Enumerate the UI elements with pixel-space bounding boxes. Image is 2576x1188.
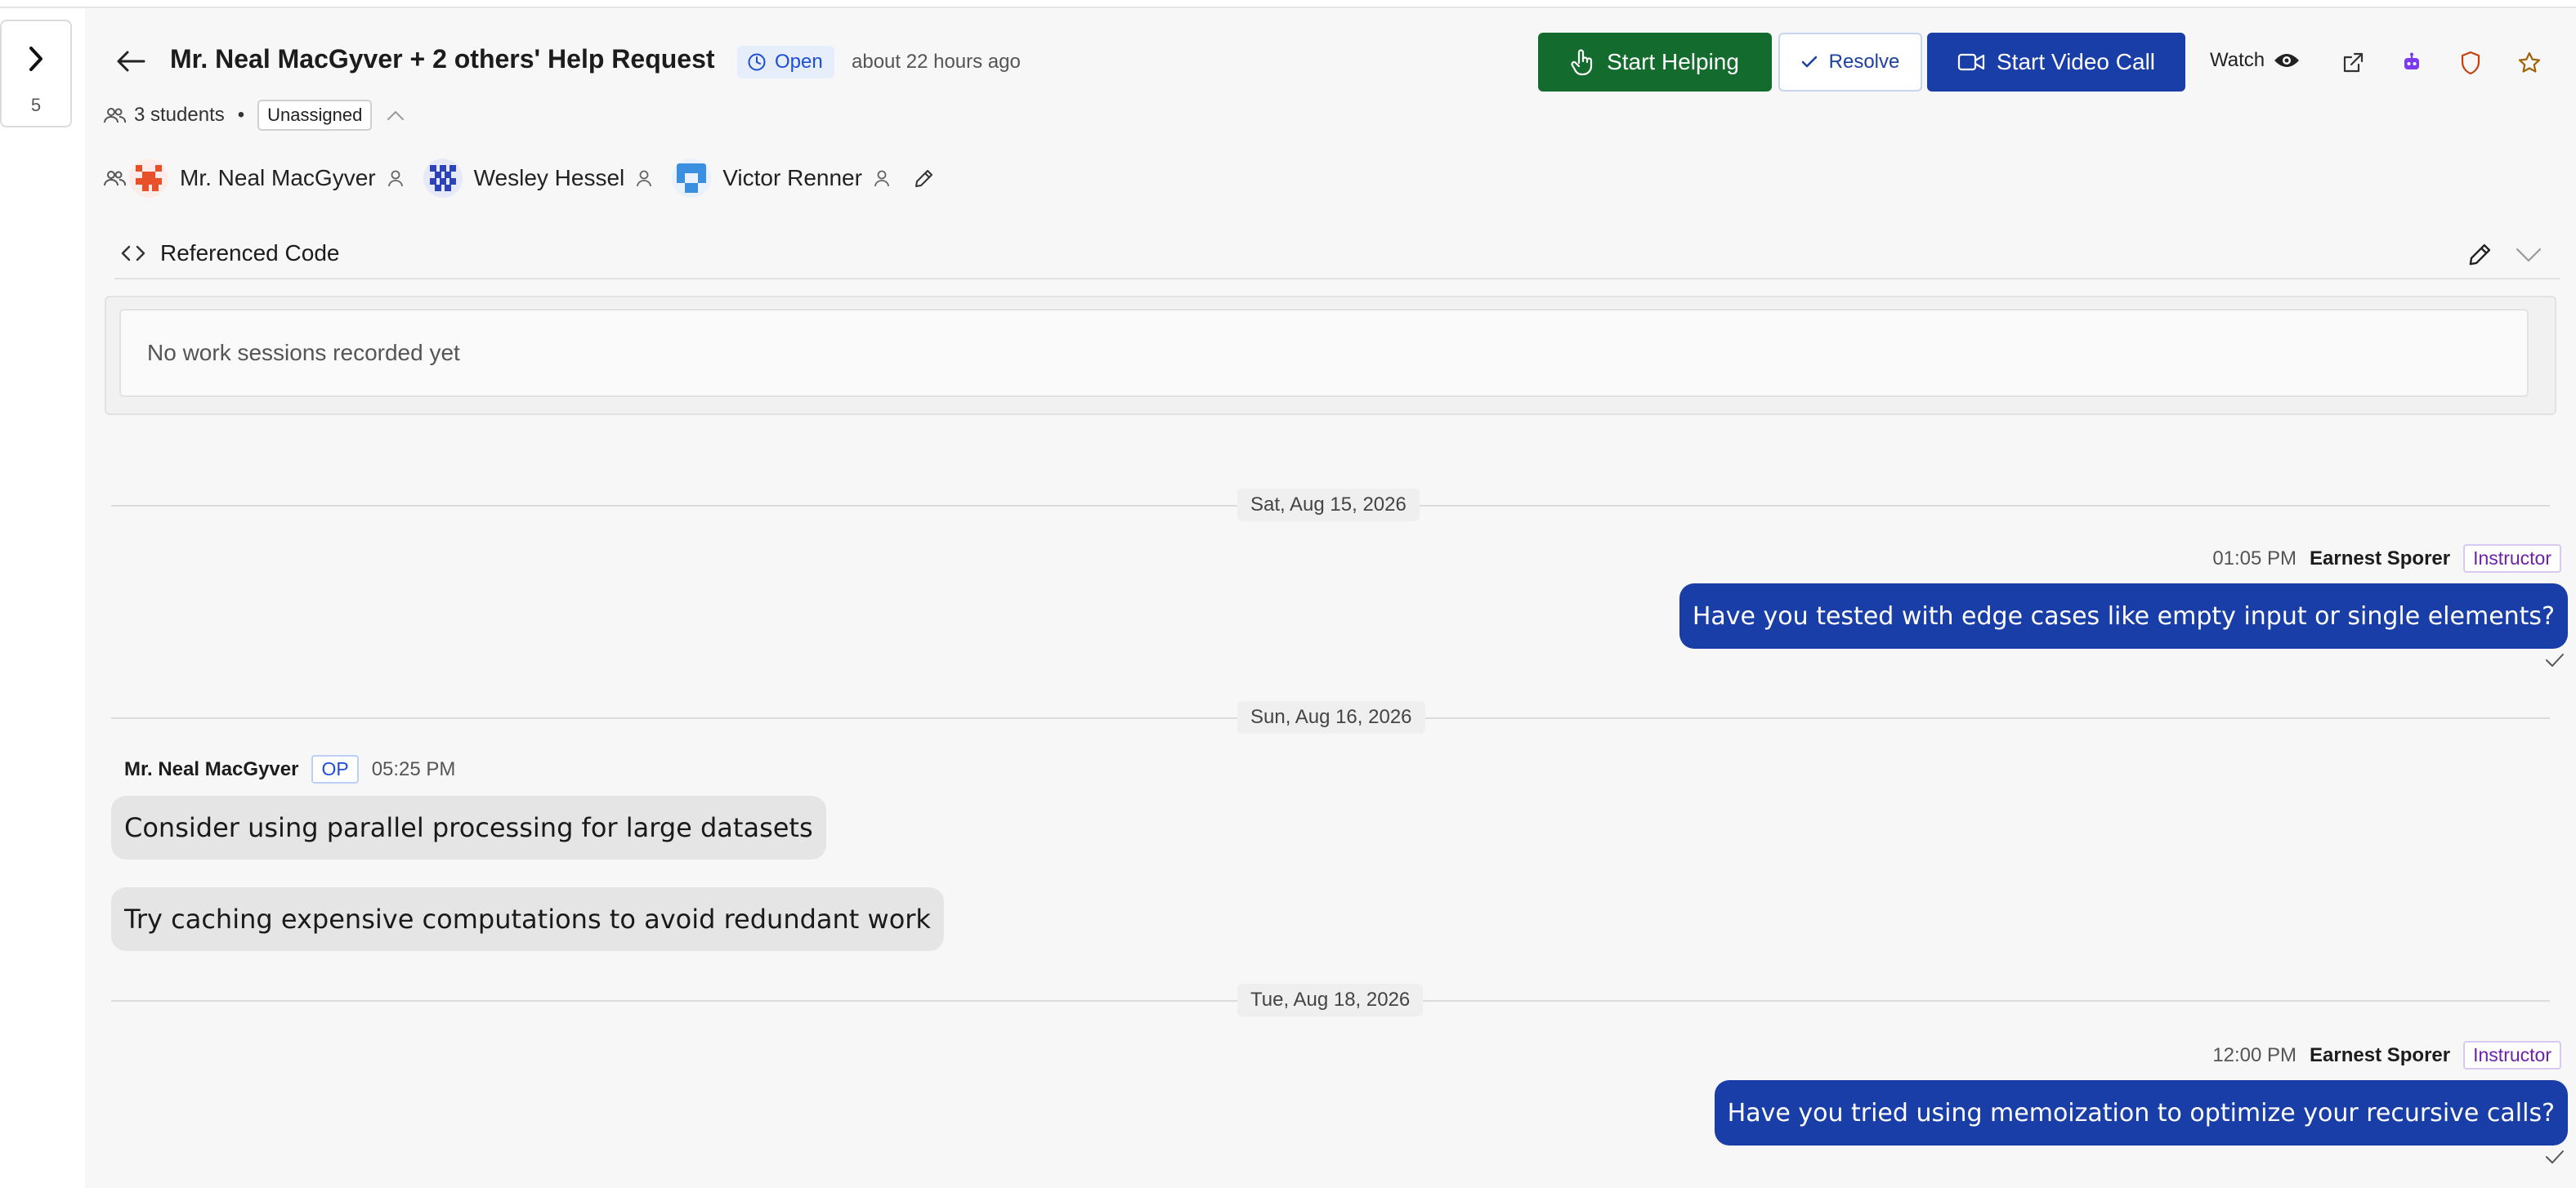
user-icon <box>874 170 889 187</box>
avatar <box>129 159 168 198</box>
back-arrow-icon[interactable] <box>114 49 147 74</box>
pencil-icon[interactable] <box>913 167 936 190</box>
message-meta: 12:00 PM Earnest Sporer Instructor <box>2212 1041 2561 1070</box>
student-name: Victor Renner <box>722 165 862 190</box>
queue-count: 5 <box>30 95 42 115</box>
student-chip[interactable]: Mr. Neal MacGyver <box>129 159 404 198</box>
students-list: Mr. Neal MacGyver Wesley Hessel Victor R… <box>103 155 936 201</box>
referenced-code-section: Referenced Code <box>114 229 2560 279</box>
status-label: Open <box>775 51 823 73</box>
request-age: about 22 hours ago <box>852 51 1021 73</box>
student-name: Wesley Hessel <box>473 165 625 190</box>
message-bubble: Have you tried using memoization to opti… <box>1714 1080 2568 1146</box>
watch-toggle[interactable]: Watch <box>2210 49 2301 72</box>
check-icon <box>1801 56 1817 68</box>
hand-pointer-icon <box>1571 49 1593 76</box>
read-check-icon <box>2546 654 2564 667</box>
message-author: Mr. Neal MacGyver <box>124 757 299 780</box>
start-helping-label: Start Helping <box>1607 49 1739 74</box>
message-author: Earnest Sporer <box>2310 547 2451 569</box>
students-summary: 3 students • Unassigned <box>103 100 405 131</box>
chevron-down-icon[interactable] <box>2516 247 2542 263</box>
start-helping-button[interactable]: Start Helping <box>1538 33 1772 92</box>
read-check-icon <box>2546 1150 2564 1163</box>
resolve-button[interactable]: Resolve <box>1778 33 1922 92</box>
message-bubble: Consider using parallel processing for l… <box>111 796 826 860</box>
start-video-call-button[interactable]: Start Video Call <box>1927 33 2185 92</box>
clock-icon <box>748 53 766 71</box>
message-bubble: Try caching expensive computations to av… <box>111 887 944 951</box>
separator-dot: • <box>237 104 245 126</box>
role-badge: Instructor <box>2463 544 2561 573</box>
assignee-select[interactable]: Unassigned <box>257 100 373 131</box>
users-icon <box>104 171 126 186</box>
message-meta: Mr. Neal MacGyver OP 05:25 PM <box>124 755 455 784</box>
bot-icon[interactable] <box>2398 49 2426 77</box>
code-icon <box>121 245 145 261</box>
students-count: 3 students <box>134 104 225 126</box>
shield-icon[interactable] <box>2457 49 2484 77</box>
role-badge: Instructor <box>2463 1041 2561 1070</box>
date-chip: Sat, Aug 15, 2026 <box>1237 489 1420 521</box>
user-icon <box>637 170 652 187</box>
start-video-call-label: Start Video Call <box>1996 49 2156 74</box>
message-time: 05:25 PM <box>371 757 456 780</box>
avatar <box>423 159 463 198</box>
help-request-panel: Mr. Neal MacGyver + 2 others' Help Reque… <box>85 8 2576 1188</box>
status-badge: Open <box>737 46 834 78</box>
message-time: 12:00 PM <box>2212 1043 2297 1066</box>
date-chip: Tue, Aug 18, 2026 <box>1237 984 1424 1016</box>
chevron-up-icon[interactable] <box>387 109 405 121</box>
student-chip[interactable]: Wesley Hessel <box>423 159 653 198</box>
avatar <box>672 159 712 198</box>
header: Mr. Neal MacGyver + 2 others' Help Reque… <box>85 8 2576 114</box>
student-chip[interactable]: Victor Renner <box>672 159 890 198</box>
work-sessions-panel: No work sessions recorded yet <box>105 296 2556 415</box>
watch-label: Watch <box>2210 49 2265 71</box>
resolve-label: Resolve <box>1828 51 1900 73</box>
open-external-icon[interactable] <box>2339 49 2367 77</box>
user-icon <box>387 170 403 187</box>
referenced-code-label: Referenced Code <box>160 240 340 266</box>
message-bubble: Have you tested with edge cases like emp… <box>1679 583 2568 649</box>
empty-state: No work sessions recorded yet <box>119 309 2529 397</box>
date-chip: Sun, Aug 16, 2026 <box>1237 701 1425 734</box>
page-title: Mr. Neal MacGyver + 2 others' Help Reque… <box>170 44 715 74</box>
student-name: Mr. Neal MacGyver <box>180 165 376 190</box>
eye-icon <box>2274 54 2300 67</box>
message-meta: 01:05 PM Earnest Sporer Instructor <box>2212 544 2561 573</box>
users-icon <box>104 108 126 123</box>
video-camera-icon <box>1957 53 1985 71</box>
message-time: 01:05 PM <box>2212 547 2297 569</box>
chevron-right-icon <box>29 47 42 71</box>
message-author: Earnest Sporer <box>2310 1043 2451 1066</box>
sidebar: 5 <box>0 8 85 1188</box>
role-badge: OP <box>311 755 359 784</box>
star-icon[interactable] <box>2516 49 2543 77</box>
pencil-icon[interactable] <box>2466 240 2494 268</box>
sidebar-expand-button[interactable]: 5 <box>0 20 72 127</box>
